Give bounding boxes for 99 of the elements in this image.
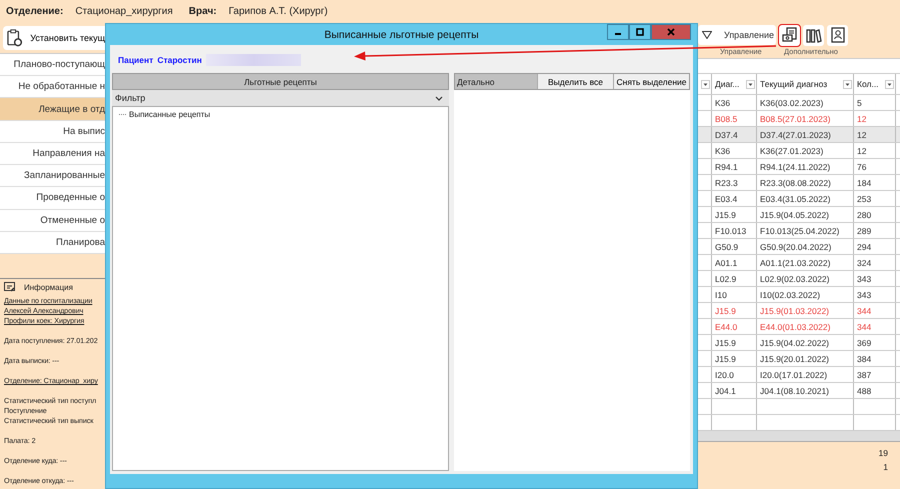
table-cell: A01.1(21.03.2022) xyxy=(760,258,830,268)
info-title: Информация xyxy=(24,283,73,292)
table-cell: J04.1 xyxy=(715,386,736,396)
total-value: 19 xyxy=(878,448,888,458)
minimize-button[interactable] xyxy=(607,24,629,40)
table-cell: E44.0(01.03.2022) xyxy=(760,322,830,332)
table-cell: G50.9 xyxy=(715,242,738,252)
doctor-label: Врач: xyxy=(188,6,217,16)
prescription-icon[interactable] xyxy=(779,24,800,46)
table-cell: D37.4 xyxy=(715,130,738,140)
manage-button[interactable]: Управление xyxy=(698,25,776,45)
table-cell: F10.013 xyxy=(715,226,746,236)
table-cell: D37.4(27.01.2023) xyxy=(760,130,831,140)
column-header[interactable]: Кол... xyxy=(857,79,879,89)
table-cell: B08.5 xyxy=(715,114,738,124)
table-cell: F10.013(25.04.2022) xyxy=(760,226,840,236)
clipboard-gear-icon xyxy=(7,28,22,46)
table-cell: 280 xyxy=(857,210,872,220)
department-value: Стационар_хирургия xyxy=(75,6,173,16)
table-cell: 343 xyxy=(857,274,872,284)
funnel-icon xyxy=(702,31,712,39)
table-cell: 12 xyxy=(857,114,866,124)
close-icon xyxy=(667,28,675,36)
table-cell: 294 xyxy=(857,242,872,252)
table-cell: J15.9(20.01.2022) xyxy=(760,354,829,364)
patient-name: Старостин xyxy=(157,55,202,65)
table-cell: J15.9(04.02.2022) xyxy=(760,338,829,348)
table-cell: 488 xyxy=(857,386,872,396)
nav-item[interactable]: Отмененные о xyxy=(0,210,105,232)
table-cell: I10 xyxy=(715,290,727,300)
table-cell: J15.9(04.05.2022) xyxy=(760,210,829,220)
table-cell: I20.0 xyxy=(715,370,734,380)
table-cell: 12 xyxy=(857,130,866,140)
note-icon xyxy=(4,282,16,293)
table-cell: 324 xyxy=(857,258,872,268)
horizontal-scrollbar[interactable] xyxy=(698,431,900,442)
department-label: Отделение: xyxy=(6,6,64,16)
table-cell: J15.9(01.03.2022) xyxy=(760,306,829,316)
table-cell: K36 xyxy=(715,146,730,156)
filter-dropdown-icon[interactable] xyxy=(701,80,710,88)
table-cell: J15.9 xyxy=(715,354,736,364)
column-header[interactable]: Диаг... xyxy=(715,79,740,89)
pane-header: Детально xyxy=(456,76,496,89)
table-cell: I20.0(17.01.2022) xyxy=(760,370,828,380)
table-cell: R94.1(24.11.2022) xyxy=(760,162,830,172)
chevron-icon xyxy=(435,96,443,100)
nav-item[interactable]: Лежащие в отд xyxy=(0,98,105,121)
maximize-button[interactable] xyxy=(629,24,651,40)
table-cell: 344 xyxy=(857,322,872,332)
table-cell: J04.1(08.10.2021) xyxy=(760,386,829,396)
header-button[interactable]: Снять выделение xyxy=(613,74,689,89)
table-cell: K36 xyxy=(715,98,730,108)
table-cell: 184 xyxy=(857,178,872,188)
table-cell: L02.9(02.03.2022) xyxy=(760,274,830,284)
table-cell: J15.9 xyxy=(715,210,736,220)
header-button[interactable]: Выделить все xyxy=(537,74,613,89)
tree-item[interactable]: Выписанные рецепты xyxy=(129,110,210,119)
table-cell: A01.1 xyxy=(715,258,738,268)
table-cell: 369 xyxy=(857,338,872,348)
table-cell: E03.4(31.05.2022) xyxy=(760,194,830,204)
column-header[interactable]: Текущий диагноз xyxy=(760,79,828,89)
table-cell: L02.9 xyxy=(715,274,736,284)
patient-label: Пациент xyxy=(118,55,154,65)
table-cell: K36(27.01.2023) xyxy=(760,146,824,156)
table-cell: E03.4 xyxy=(715,194,738,204)
tree-line-icon xyxy=(119,113,127,116)
close-button[interactable] xyxy=(651,24,691,40)
table-cell: B08.5(27.01.2023) xyxy=(760,114,830,124)
table-cell: R23.3(08.08.2022) xyxy=(760,178,831,188)
table-cell: G50.9(20.04.2022) xyxy=(760,242,832,252)
table-cell: I10(02.03.2022) xyxy=(760,290,820,300)
table-cell: J15.9 xyxy=(715,338,736,348)
table-cell: 12 xyxy=(857,146,866,156)
doctor-value: Гарипов А.Т. (Хирург) xyxy=(228,6,328,16)
id-badge-icon[interactable] xyxy=(827,24,848,46)
table-cell: J15.9 xyxy=(715,306,736,316)
table-cell: 387 xyxy=(857,370,872,380)
table-cell: 76 xyxy=(857,162,866,172)
filter-dropdown-icon[interactable] xyxy=(843,80,852,88)
pane-header: Льготные рецепты xyxy=(112,73,449,90)
set-current-button[interactable]: Установить текущ xyxy=(3,26,105,50)
dialog-title: Выписанные льготные рецепты xyxy=(324,28,479,40)
table-cell: E44.0 xyxy=(715,322,738,332)
table-cell: 344 xyxy=(857,306,872,316)
table-cell: 384 xyxy=(857,354,872,364)
filter-dropdown-icon[interactable] xyxy=(746,80,755,88)
table-cell: R94.1 xyxy=(715,162,738,172)
nav-item[interactable]: На выпис xyxy=(0,120,105,143)
maximize-icon xyxy=(636,28,644,36)
table-cell: 289 xyxy=(857,226,872,236)
table-cell: R23.3 xyxy=(715,178,738,188)
table-cell: 343 xyxy=(857,290,872,300)
total-value: 1 xyxy=(883,462,888,472)
table-cell: 253 xyxy=(857,194,872,204)
filter-bar[interactable]: Фильтр xyxy=(112,90,449,106)
filter-dropdown-icon[interactable] xyxy=(885,80,894,88)
table-cell: K36(03.02.2023) xyxy=(760,98,824,108)
books-icon[interactable] xyxy=(803,24,824,46)
table-cell: 5 xyxy=(857,98,862,108)
